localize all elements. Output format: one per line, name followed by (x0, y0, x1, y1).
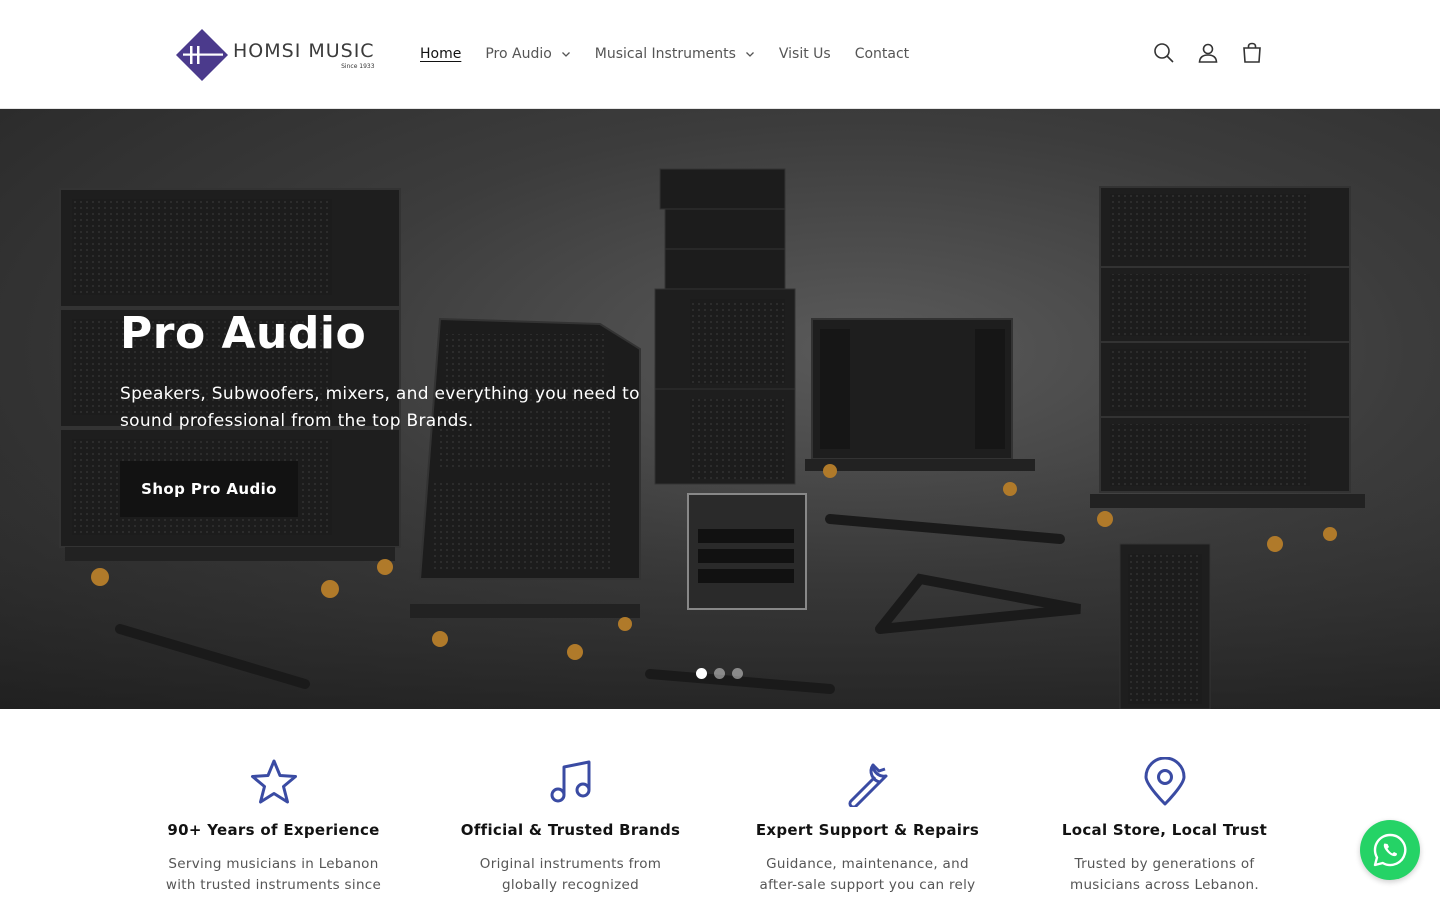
feature-text: Serving musicians in Lebanon with truste… (165, 856, 382, 900)
whatsapp-icon (1373, 833, 1407, 867)
cart-icon[interactable] (1240, 41, 1264, 65)
feature-support: Expert Support & Repairs Guidance, maint… (719, 757, 1016, 900)
shop-pro-audio-button[interactable]: Shop Pro Audio (120, 461, 298, 517)
music-note-icon (550, 760, 590, 803)
whatsapp-chat-button[interactable] (1360, 820, 1420, 880)
feature-title: Local Store, Local Trust (1061, 821, 1268, 839)
feature-text: Original instruments from globally recog… (479, 856, 662, 900)
search-icon[interactable] (1152, 41, 1176, 65)
feature-local: Local Store, Local Trust Trusted by gene… (1016, 757, 1313, 900)
slideshow-dots (696, 668, 750, 679)
feature-title: Official & Trusted Brands (460, 821, 681, 839)
nav-pro-audio[interactable]: Pro Audio (485, 46, 570, 62)
feature-experience: 90+ Years of Experience Serving musician… (125, 757, 422, 900)
location-pin-icon (1144, 757, 1185, 806)
feature-brands: Official & Trusted Brands Original instr… (422, 757, 719, 900)
main-nav: Home Pro Audio Musical Instruments Visit… (420, 42, 933, 66)
star-icon (250, 759, 297, 804)
feature-text: Guidance, maintenance, and after-sale su… (759, 856, 976, 900)
site-header: HOMSI MUSIC Since 1933 Home Pro Audio Mu… (0, 0, 1440, 109)
wrench-icon (847, 763, 887, 807)
logo-diamond-icon (176, 29, 228, 81)
hero-title: Pro Audio (120, 308, 367, 359)
chevron-down-icon (745, 52, 754, 57)
hero-subtitle: Speakers, Subwoofers, mixers, and everyt… (120, 384, 640, 431)
nav-home[interactable]: Home (420, 46, 461, 62)
nav-musical-instruments[interactable]: Musical Instruments (595, 46, 755, 62)
brand-since: Since 1933 (341, 62, 375, 70)
feature-title: Expert Support & Repairs (755, 821, 980, 839)
brand-name: HOMSI MUSIC (233, 39, 375, 62)
chevron-down-icon (561, 52, 570, 57)
hero-content: Pro Audio Speakers, Subwoofers, mixers, … (120, 307, 680, 517)
account-icon[interactable] (1196, 41, 1220, 65)
brand-logo[interactable]: HOMSI MUSIC Since 1933 (175, 27, 385, 83)
header-actions (1152, 41, 1264, 65)
feature-title: 90+ Years of Experience (167, 821, 380, 839)
slide-dot-1[interactable] (696, 668, 707, 679)
feature-text: Trusted by generations of musicians acro… (1070, 856, 1259, 893)
features-row: 90+ Years of Experience Serving musician… (125, 757, 1315, 900)
hero-slideshow: Pro Audio Speakers, Subwoofers, mixers, … (0, 109, 1440, 709)
nav-contact[interactable]: Contact (855, 46, 909, 62)
slide-dot-2[interactable] (714, 668, 725, 679)
slide-dot-3[interactable] (732, 668, 743, 679)
nav-visit-us[interactable]: Visit Us (779, 46, 831, 62)
